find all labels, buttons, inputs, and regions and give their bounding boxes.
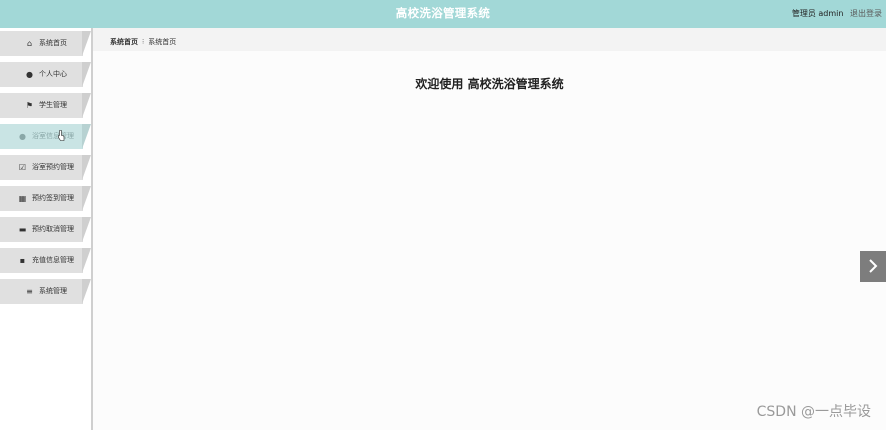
sidebar-item-label: 浴室信息管理 bbox=[32, 132, 74, 140]
sidebar-item-label: 学生管理 bbox=[39, 101, 67, 109]
watermark: CSDN @一点毕设 bbox=[756, 404, 871, 420]
app-title: 高校洗浴管理系统 bbox=[395, 6, 491, 20]
sidebar-item-label: 充值信息管理 bbox=[32, 256, 74, 264]
logout-link[interactable]: 退出登录 bbox=[850, 9, 882, 18]
sidebar-item-system[interactable]: ≡ 系统管理 bbox=[0, 279, 91, 304]
user-role: 管理员 bbox=[791, 9, 816, 18]
sidebar-item-booking-checkin[interactable]: ▦ 预约签到管理 bbox=[0, 186, 91, 211]
sidebar-item-label: 预约取消管理 bbox=[32, 225, 74, 233]
sidebar-item-booking-cancel[interactable]: ▬ 预约取消管理 bbox=[0, 217, 91, 242]
sidebar-item-bathroom-info[interactable]: ● 浴室信息管理 bbox=[0, 124, 91, 149]
sidebar-item-label: 个人中心 bbox=[39, 70, 67, 78]
menu-icon: ≡ bbox=[26, 287, 33, 296]
breadcrumb-current: 系统首页 bbox=[148, 38, 177, 46]
welcome-heading: 欢迎使用 高校洗浴管理系统 bbox=[415, 77, 564, 91]
user-area: 管理员 admin 退出登录 bbox=[792, 8, 882, 19]
top-header: 高校洗浴管理系统 管理员 admin 退出登录 bbox=[0, 0, 886, 28]
breadcrumb-separator: ⁝ bbox=[142, 38, 145, 46]
grid-icon: ▦ bbox=[18, 194, 27, 203]
pin-icon: ● bbox=[19, 132, 26, 141]
check-square-icon: ☑ bbox=[18, 163, 27, 172]
sidebar: ⌂ 系统首页 ● 个人中心 ⚑ 学生管理 ● 浴室信息管理 ☑ 浴室预约管理 ▦… bbox=[0, 28, 93, 430]
sidebar-item-label: 浴室预约管理 bbox=[32, 163, 74, 171]
flag-icon: ⚑ bbox=[25, 101, 34, 110]
sidebar-item-label: 系统管理 bbox=[39, 287, 67, 295]
sidebar-item-personal-center[interactable]: ● 个人中心 bbox=[0, 62, 91, 87]
apps-icon: ▪ bbox=[19, 256, 26, 265]
sidebar-item-recharge[interactable]: ▪ 充值信息管理 bbox=[0, 248, 91, 273]
sidebar-item-students[interactable]: ⚑ 学生管理 bbox=[0, 93, 91, 118]
home-icon: ⌂ bbox=[26, 39, 33, 48]
breadcrumb: 系统首页 ⁝ 系统首页 bbox=[93, 28, 886, 51]
chevron-right-icon bbox=[869, 259, 878, 273]
sidebar-item-label: 系统首页 bbox=[39, 39, 67, 47]
person-icon: ● bbox=[26, 70, 33, 79]
main-content: 欢迎使用 高校洗浴管理系统 bbox=[93, 51, 886, 430]
comment-icon: ▬ bbox=[18, 225, 27, 234]
next-arrow-button[interactable] bbox=[860, 251, 886, 282]
username: admin bbox=[818, 9, 844, 18]
sidebar-item-home[interactable]: ⌂ 系统首页 bbox=[0, 31, 91, 56]
sidebar-item-bathroom-booking[interactable]: ☑ 浴室预约管理 bbox=[0, 155, 91, 180]
sidebar-item-label: 预约签到管理 bbox=[32, 194, 74, 202]
breadcrumb-home[interactable]: 系统首页 bbox=[110, 38, 138, 46]
